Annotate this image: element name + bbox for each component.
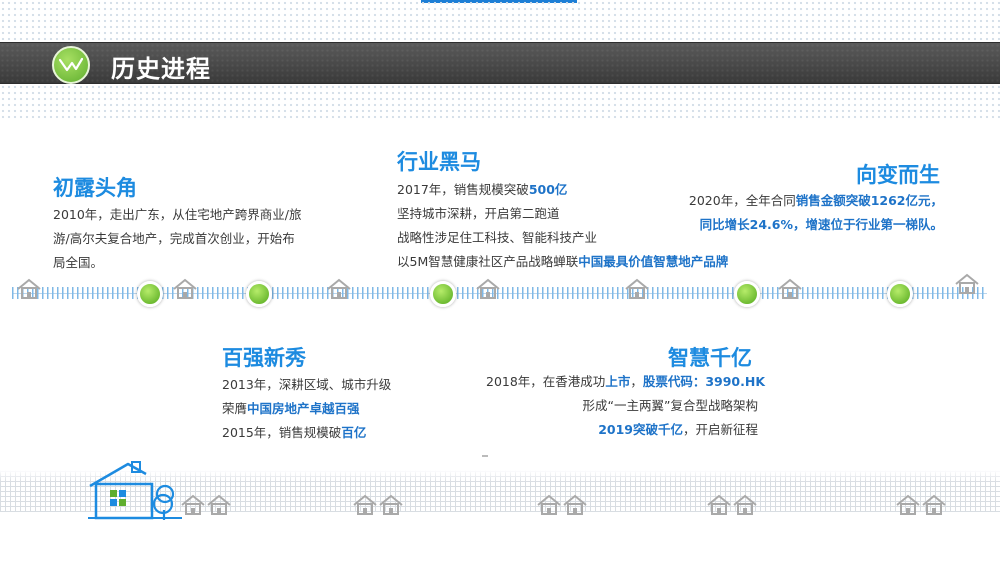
milestone-line: 游/高尔夫复合地产，完成首次创业，开始布 (53, 227, 302, 251)
milestone-heading-2018: 智慧千亿 (668, 346, 752, 370)
house-icon (537, 494, 561, 515)
timeline-node (137, 281, 163, 307)
house-icon (476, 278, 500, 299)
highlight-text: 同比增长24.6%，增速位于行业第一梯队。 (699, 217, 943, 232)
page-title: 历史进程 (111, 55, 211, 83)
milestone-line: 荣膺中国房地产卓越百强 (222, 397, 391, 421)
body-text: 2010年，走出广东，从住宅地产跨界商业/旅 (53, 207, 302, 222)
timeline-node (430, 281, 456, 307)
body-text: ， (630, 374, 643, 389)
timeline-node (734, 281, 760, 307)
house-icon (707, 494, 731, 515)
milestone-heading-2020: 向变而生 (856, 163, 940, 187)
milestone-line: 形成“一主两翼”复合型战略架构 (486, 394, 758, 418)
house-icon (778, 278, 802, 299)
timeline-node (887, 281, 913, 307)
body-text: 2015年，销售规模破 (222, 425, 342, 440)
body-text: 战略性涉足住工科技、智能科技产业 (397, 230, 598, 245)
milestone-line: 2010年，走出广东，从住宅地产跨界商业/旅 (53, 203, 302, 227)
milestone-text-2018: 2018年，在香港成功上市，股票代码：3990.HK 形成“一主两翼”复合型战略架… (486, 370, 765, 442)
big-house-icon (88, 461, 182, 520)
highlight-text: 百亿 (341, 425, 367, 440)
highlight-text: 中国最具价值智慧地产品牌 (578, 254, 729, 269)
house-icon (17, 278, 41, 299)
house-icon (922, 494, 946, 515)
body-text: 坚持城市深耕，开启第二跑道 (397, 206, 560, 221)
highlight-text: 上市 (605, 374, 631, 389)
body-text: 形成“一主两翼”复合型战略架构 (582, 398, 758, 413)
body-text: 游/高尔夫复合地产，完成首次创业，开始布 (53, 231, 295, 246)
house-icon (379, 494, 403, 515)
milestone-line: 同比增长24.6%，增速位于行业第一梯队。 (668, 213, 943, 237)
milestone-line: 2020年，全年合同销售金额突破1262亿元， (668, 189, 943, 213)
body-text: 以5M智慧健康社区产品战略蝉联 (397, 254, 579, 269)
body-text: 局全国。 (53, 255, 104, 270)
timeline-node (246, 281, 272, 307)
milestone-text-2020: 2020年，全年合同销售金额突破1262亿元， 同比增长24.6%，增速位于行业第… (668, 189, 943, 237)
milestone-line: 2013年，深耕区域、城市升级 (222, 373, 391, 397)
milestone-line: 2018年，在香港成功上市，股票代码：3990.HK (486, 370, 765, 394)
milestone-heading-2013: 百强新秀 (222, 346, 306, 370)
highlight-text: 销售金额突破1262亿元， (795, 193, 943, 208)
house-icon (353, 494, 377, 515)
house-icon (563, 494, 587, 515)
house-icon (896, 494, 920, 515)
milestone-text-2010: 2010年，走出广东，从住宅地产跨界商业/旅 游/高尔夫复合地产，完成首次创业，开… (53, 203, 302, 275)
body-text: 2013年，深耕区域、城市升级 (222, 377, 392, 392)
body-text: 2018年，在香港成功 (486, 374, 606, 389)
body-text: 2017年，销售规模突破 (397, 182, 529, 197)
highlight-text: 股票代码：3990.HK (642, 374, 766, 389)
house-icon (207, 494, 231, 515)
milestone-line: 2015年，销售规模破百亿 (222, 421, 391, 445)
body-text: 荣膺 (222, 401, 248, 416)
logo-check-icon (52, 46, 90, 84)
title-bar: 历史进程 (0, 42, 1000, 84)
milestone-text-2013: 2013年，深耕区域、城市升级 荣膺中国房地产卓越百强 2015年，销售规模破百亿 (222, 373, 391, 445)
house-icon (327, 278, 351, 299)
milestone-line: 2019突破千亿，开启新征程 (486, 418, 758, 442)
house-icon (625, 278, 649, 299)
house-icon (733, 494, 757, 515)
body-text: ，开启新征程 (682, 422, 758, 437)
house-icon (955, 273, 979, 294)
milestone-heading-2010: 初露头角 (53, 176, 137, 200)
separator-mark (482, 455, 488, 457)
house-icon (181, 494, 205, 515)
highlight-text: 中国房地产卓越百强 (247, 401, 360, 416)
milestone-heading-2017: 行业黑马 (397, 150, 481, 174)
highlight-text: 2019突破千亿 (598, 422, 683, 437)
body-text: 2020年，全年合同 (688, 193, 796, 208)
house-icon (173, 278, 197, 299)
tree-icon (152, 484, 175, 520)
highlight-text: 500亿 (528, 182, 568, 197)
